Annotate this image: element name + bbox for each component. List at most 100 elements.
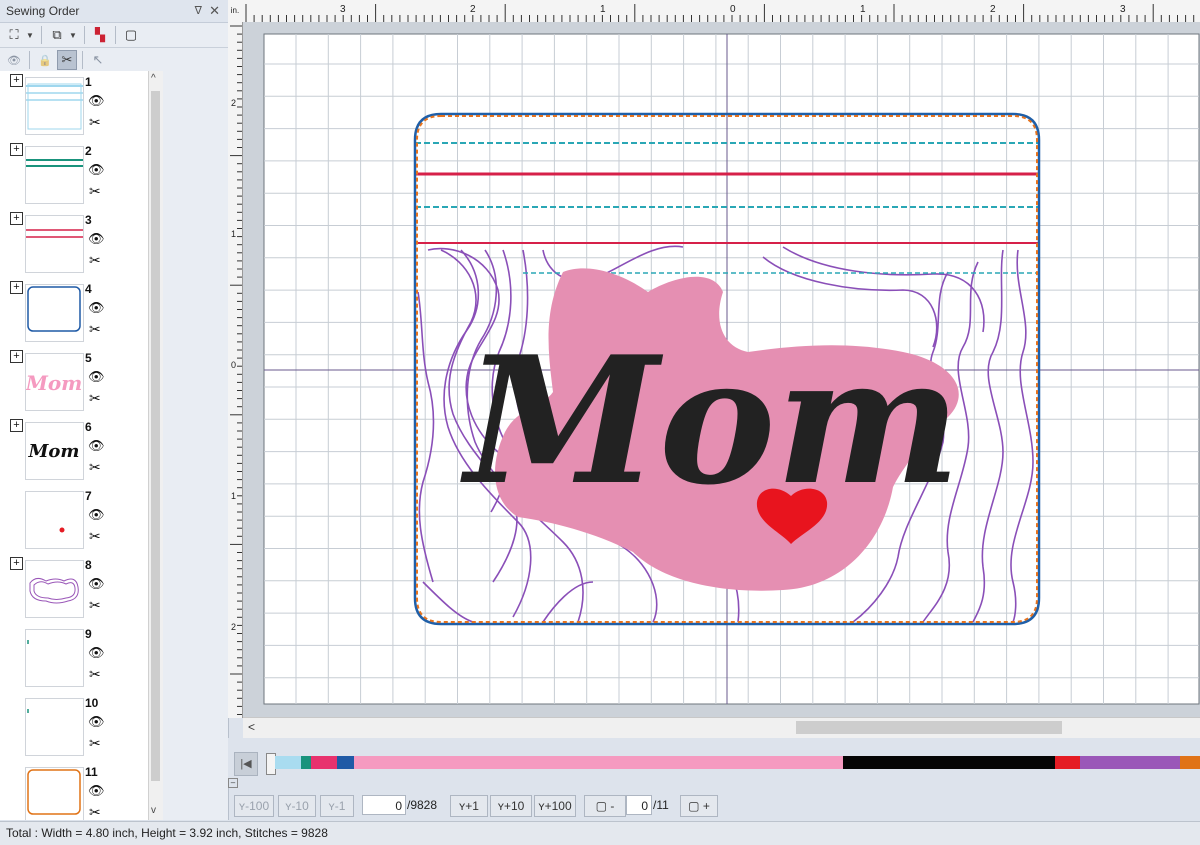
scissors-icon[interactable]: ✂ bbox=[89, 528, 101, 545]
lock-icon[interactable]: 🔒 bbox=[35, 50, 55, 70]
sewing-order-item[interactable]: +2 👁 ✂ bbox=[0, 140, 148, 209]
sewing-order-item[interactable]: + Mom 5 👁 ✂ bbox=[0, 347, 148, 416]
color-segment[interactable] bbox=[1080, 756, 1180, 769]
expand-icon[interactable]: + bbox=[10, 281, 23, 294]
back-10-button[interactable]: ʏ-10 bbox=[278, 795, 316, 817]
scissors-icon[interactable]: ✂ bbox=[89, 321, 101, 338]
color-segment[interactable] bbox=[1180, 756, 1200, 769]
expand-icon[interactable]: + bbox=[10, 212, 23, 225]
sewing-order-item[interactable]: +4 👁 ✂ bbox=[0, 278, 148, 347]
scroll-down-icon[interactable]: v bbox=[151, 805, 156, 816]
sewing-order-item[interactable]: +3 👁 ✂ bbox=[0, 209, 148, 278]
zoom-fit-icon[interactable]: ⛶ bbox=[4, 25, 24, 45]
mom-lettering: Mom bbox=[460, 319, 961, 524]
scroll-left-icon[interactable]: < bbox=[248, 720, 255, 734]
back-100-button[interactable]: ʏ-100 bbox=[234, 795, 274, 817]
color-segment[interactable] bbox=[843, 756, 1055, 769]
sewing-order-item[interactable]: 10 👁 ✂ bbox=[0, 692, 148, 761]
forward-1-button[interactable]: ʏ+1 bbox=[450, 795, 488, 817]
chevron-down-icon[interactable]: ▼ bbox=[26, 31, 36, 40]
scissors-icon[interactable]: ✂ bbox=[89, 666, 101, 683]
expand-icon[interactable]: + bbox=[10, 419, 23, 432]
svg-text:Mom: Mom bbox=[28, 441, 80, 462]
forward-100-button[interactable]: ʏ+100 bbox=[534, 795, 576, 817]
eye-icon[interactable]: 👁 bbox=[88, 300, 105, 316]
color-segment[interactable] bbox=[354, 756, 843, 769]
collapse-icon[interactable]: – bbox=[228, 778, 238, 788]
eye-icon[interactable]: 👁 bbox=[88, 783, 105, 799]
pin-icon[interactable]: ᐁ bbox=[194, 0, 202, 22]
item-thumbnail[interactable]: Mom bbox=[25, 353, 84, 411]
pointer-icon[interactable]: ↖ bbox=[88, 50, 108, 70]
sewing-order-item[interactable]: 9 👁 ✂ bbox=[0, 623, 148, 692]
hscroll-thumb[interactable] bbox=[796, 721, 1062, 734]
forward-10-button[interactable]: ʏ+10 bbox=[490, 795, 532, 817]
design-view[interactable]: Mom bbox=[243, 22, 1200, 717]
scissors-active-icon[interactable]: ✂ bbox=[57, 50, 77, 70]
color-back-button[interactable]: ▢ - bbox=[584, 795, 626, 817]
canvas-hscroll[interactable]: < bbox=[243, 717, 1200, 738]
expand-icon[interactable]: + bbox=[10, 74, 23, 87]
sewing-order-item[interactable]: 11 👁 ✂ bbox=[0, 761, 148, 820]
close-icon[interactable]: ✕ bbox=[209, 0, 220, 22]
sewing-order-item[interactable]: +8 👁 ✂ bbox=[0, 554, 148, 623]
color-segment[interactable] bbox=[311, 756, 337, 769]
eye-icon[interactable]: 👁 bbox=[88, 231, 105, 247]
scissors-icon[interactable]: ✂ bbox=[89, 735, 101, 752]
frame-icon[interactable]: ▢ bbox=[121, 25, 141, 45]
scrollbar-thumb[interactable] bbox=[151, 91, 160, 781]
eye-icon[interactable]: 👁 bbox=[88, 576, 105, 592]
item-thumbnail[interactable] bbox=[25, 560, 84, 618]
eye-icon[interactable]: 👁 bbox=[88, 93, 105, 109]
item-thumbnail[interactable] bbox=[25, 629, 84, 687]
scissors-icon[interactable]: ✂ bbox=[89, 390, 101, 407]
color-segment[interactable] bbox=[337, 756, 354, 769]
color-segment[interactable] bbox=[1055, 756, 1080, 769]
item-thumbnail[interactable] bbox=[25, 698, 84, 756]
item-thumbnail[interactable] bbox=[25, 215, 84, 273]
scroll-up-icon[interactable]: ^ bbox=[151, 73, 156, 84]
eye-icon[interactable]: 👁 bbox=[4, 50, 24, 70]
eye-icon[interactable]: 👁 bbox=[88, 714, 105, 730]
first-stitch-button[interactable]: |◀ bbox=[234, 752, 258, 776]
stitch-number-field[interactable]: 0 bbox=[362, 795, 406, 815]
ruler-label: 1 bbox=[231, 229, 236, 239]
eye-icon[interactable]: 👁 bbox=[88, 507, 105, 523]
scissors-icon[interactable]: ✂ bbox=[89, 252, 101, 269]
scissors-icon[interactable]: ✂ bbox=[89, 183, 101, 200]
sewing-order-list[interactable]: +1 👁 ✂ +2 👁 ✂ +3 👁 ✂ +4 👁 ✂ + Mom 5 👁 ✂ + Mom 6 👁 ✂ 7 👁 ✂ +8 👁 ✂ 9 👁 ✂… bbox=[0, 71, 148, 820]
color-sort-icon[interactable]: ▚ bbox=[90, 25, 110, 45]
color-segment[interactable] bbox=[275, 756, 301, 769]
item-thumbnail[interactable] bbox=[25, 284, 84, 342]
item-number: 11 bbox=[85, 765, 98, 779]
item-thumbnail[interactable]: Mom bbox=[25, 422, 84, 480]
color-number-field[interactable]: 0 bbox=[626, 795, 652, 815]
scissors-icon[interactable]: ✂ bbox=[89, 597, 101, 614]
back-1-button[interactable]: ʏ-1 bbox=[320, 795, 354, 817]
group-icon[interactable]: ⧉ bbox=[47, 25, 67, 45]
sewing-order-item[interactable]: 7 👁 ✂ bbox=[0, 485, 148, 554]
expand-icon[interactable]: + bbox=[10, 557, 23, 570]
sewing-order-item[interactable]: + Mom 6 👁 ✂ bbox=[0, 416, 148, 485]
toolbar-separator bbox=[41, 26, 42, 44]
eye-icon[interactable]: 👁 bbox=[88, 645, 105, 661]
item-thumbnail[interactable] bbox=[25, 491, 84, 549]
color-sequence-bar[interactable] bbox=[275, 756, 1200, 769]
list-scrollbar[interactable]: ^ v bbox=[148, 71, 163, 820]
eye-icon[interactable]: 👁 bbox=[88, 369, 105, 385]
scissors-icon[interactable]: ✂ bbox=[89, 459, 101, 476]
color-forward-button[interactable]: ▢ + bbox=[680, 795, 718, 817]
design-canvas[interactable]: Mom bbox=[243, 22, 1200, 717]
color-segment[interactable] bbox=[301, 756, 311, 769]
chevron-down-icon[interactable]: ▼ bbox=[69, 31, 79, 40]
expand-icon[interactable]: + bbox=[10, 350, 23, 363]
sewing-order-item[interactable]: +1 👁 ✂ bbox=[0, 71, 148, 140]
item-thumbnail[interactable] bbox=[25, 146, 84, 204]
eye-icon[interactable]: 👁 bbox=[88, 162, 105, 178]
eye-icon[interactable]: 👁 bbox=[88, 438, 105, 454]
expand-icon[interactable]: + bbox=[10, 143, 23, 156]
scissors-icon[interactable]: ✂ bbox=[89, 804, 101, 820]
item-thumbnail[interactable] bbox=[25, 767, 84, 820]
item-thumbnail[interactable] bbox=[25, 77, 84, 135]
scissors-icon[interactable]: ✂ bbox=[89, 114, 101, 131]
